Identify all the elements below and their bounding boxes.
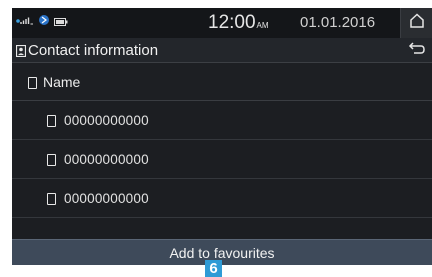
phone-number-row[interactable]: 00000000000 <box>12 140 432 179</box>
phone-number: 00000000000 <box>64 191 149 206</box>
contact-name-row: Name <box>12 63 432 101</box>
add-to-favourites-button[interactable]: Add to favourites <box>12 239 432 265</box>
status-icons <box>16 13 68 31</box>
add-to-favourites-label: Add to favourites <box>169 244 275 261</box>
title-bar: Contact information <box>12 38 432 63</box>
phone-number-row[interactable]: 00000000000 <box>12 179 432 218</box>
date-display: 01.01.2016 <box>300 14 376 31</box>
phone-number: 00000000000 <box>64 152 149 167</box>
callout-marker: 6 <box>205 260 222 277</box>
mobile-phone-icon <box>47 154 56 166</box>
bluetooth-signal-icon <box>16 13 34 31</box>
clock-ampm: AM <box>256 21 269 30</box>
infotainment-screen: 12:00AM 01.01.2016 Contact information N… <box>12 8 432 265</box>
mobile-phone-icon <box>47 193 56 205</box>
battery-icon <box>54 13 68 31</box>
back-arrow-icon <box>408 41 426 60</box>
home-button[interactable] <box>400 8 432 38</box>
home-icon <box>409 13 425 33</box>
contact-name: Name <box>43 74 81 90</box>
network-icon <box>38 13 50 31</box>
mobile-phone-icon <box>47 115 56 127</box>
clock-time: 12:00 <box>208 12 256 33</box>
status-bar: 12:00AM 01.01.2016 <box>12 8 432 38</box>
contact-card-icon <box>15 44 27 58</box>
clock: 12:00AM <box>208 11 269 38</box>
back-button[interactable] <box>406 41 428 59</box>
phone-number-list: 00000000000 00000000000 00000000000 <box>12 101 432 218</box>
page-title: Contact information <box>28 42 159 59</box>
mobile-phone-icon <box>28 77 37 89</box>
phone-number: 00000000000 <box>64 113 149 128</box>
phone-number-row[interactable]: 00000000000 <box>12 101 432 140</box>
